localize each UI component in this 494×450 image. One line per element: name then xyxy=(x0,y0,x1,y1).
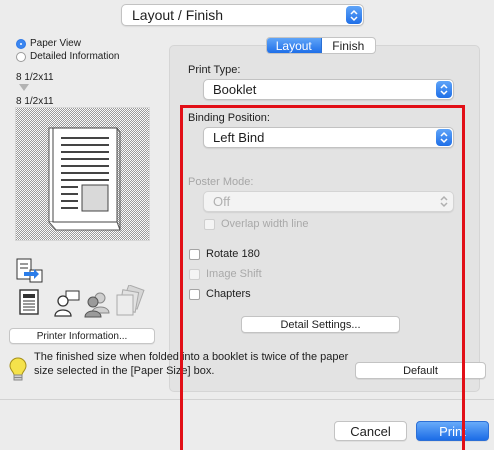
account-track-icon[interactable] xyxy=(83,289,111,319)
tab-finish[interactable]: Finish xyxy=(322,38,376,53)
detailed-information-label: Detailed Information xyxy=(30,51,120,62)
printer-information-button[interactable]: Printer Information... xyxy=(9,328,155,344)
user-auth-icon[interactable] xyxy=(53,288,81,318)
paper-preview xyxy=(15,107,150,241)
popup-arrows-icon xyxy=(346,6,362,24)
print-type-value: Booklet xyxy=(213,82,257,97)
original-size-label: 8 1/2x11 xyxy=(16,72,54,83)
layout-finish-tabs[interactable]: Layout Finish xyxy=(266,37,376,54)
paper-view-radio[interactable]: Paper View xyxy=(16,38,81,49)
layout-finish-popup[interactable]: Layout / Finish xyxy=(121,4,364,26)
radio-selected-icon xyxy=(16,38,26,49)
print-type-popup[interactable]: Booklet xyxy=(203,79,454,100)
detailed-information-radio[interactable]: Detailed Information xyxy=(16,51,120,62)
down-arrow-icon xyxy=(19,84,29,91)
print-type-label: Print Type: xyxy=(188,64,241,76)
layout-finish-popup-value: Layout / Finish xyxy=(132,7,224,23)
booklet-page-icon xyxy=(48,127,121,231)
output-size-label: 8 1/2x11 xyxy=(16,96,54,107)
highlight-box xyxy=(180,105,465,450)
popup-arrows-icon xyxy=(436,81,452,98)
paper-settings-icon[interactable] xyxy=(16,258,46,284)
lightbulb-icon xyxy=(9,357,27,381)
stamp-pages-icon[interactable] xyxy=(113,285,147,319)
document-icon[interactable] xyxy=(19,289,41,316)
paper-view-label: Paper View xyxy=(30,38,81,49)
tab-layout[interactable]: Layout xyxy=(267,38,322,53)
radio-unselected-icon xyxy=(16,51,26,62)
